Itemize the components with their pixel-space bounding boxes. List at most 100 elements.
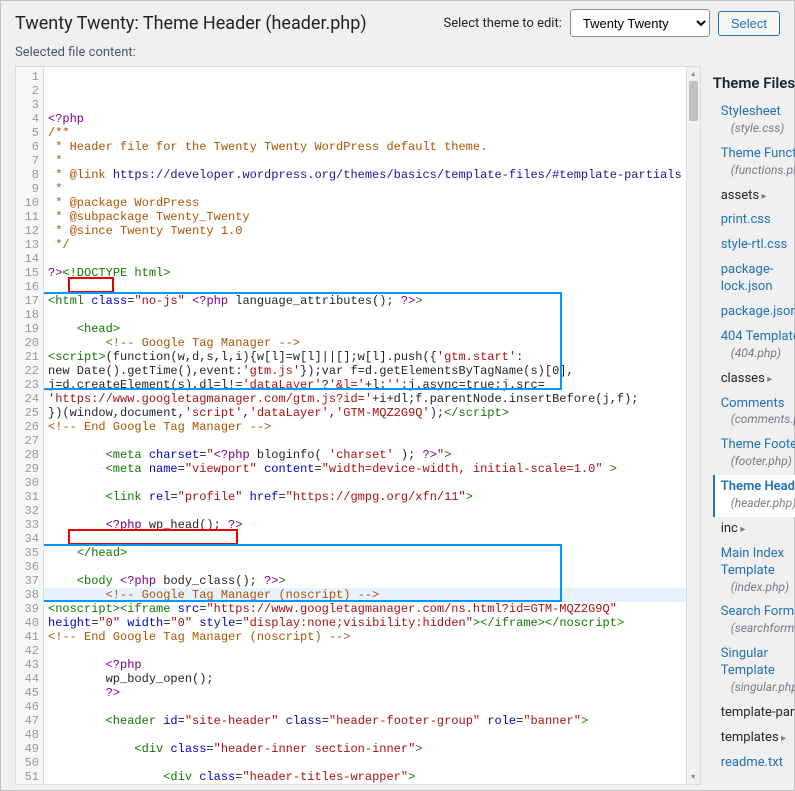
code-line[interactable]: <!-- Google Tag Manager (noscript) --> bbox=[48, 588, 682, 602]
file-sub-label: (functions.php) bbox=[721, 163, 795, 177]
code-line[interactable]: ?><!DOCTYPE html> bbox=[48, 266, 682, 280]
code-line[interactable]: <noscript><iframe src="https://www.googl… bbox=[48, 602, 682, 616]
code-line[interactable]: * @since Twenty Twenty 1.0 bbox=[48, 224, 682, 238]
code-line[interactable]: * @subpackage Twenty_Twenty bbox=[48, 210, 682, 224]
code-line[interactable]: <?php bbox=[48, 658, 682, 672]
theme-select[interactable]: Twenty Twenty bbox=[570, 9, 710, 37]
line-number: 33 bbox=[18, 518, 39, 532]
folder-icon[interactable]: inc bbox=[721, 521, 795, 538]
file-tree-item[interactable]: Theme Functions(functions.php) bbox=[713, 142, 795, 184]
code-line[interactable]: <?php bbox=[48, 112, 682, 126]
code-line[interactable]: <head> bbox=[48, 322, 682, 336]
file-link[interactable]: print.css bbox=[721, 212, 795, 229]
code-line[interactable]: <!-- Google Tag Manager --> bbox=[48, 336, 682, 350]
file-tree-item[interactable]: style-rtl.css bbox=[713, 233, 795, 258]
code-line[interactable]: <!-- End Google Tag Manager --> bbox=[48, 420, 682, 434]
code-line[interactable]: <?php wp_head(); ?> bbox=[48, 518, 682, 532]
code-line[interactable]: * Header file for the Twenty Twenty Word… bbox=[48, 140, 682, 154]
code-line[interactable] bbox=[48, 532, 682, 546]
file-link[interactable]: Theme Header bbox=[721, 479, 795, 496]
folder-icon[interactable]: template-parts bbox=[721, 705, 795, 722]
file-link[interactable]: readme.txt bbox=[721, 755, 795, 772]
file-link[interactable]: package.json bbox=[721, 304, 795, 321]
file-tree-item[interactable]: package.json bbox=[713, 300, 795, 325]
code-line[interactable] bbox=[48, 560, 682, 574]
code-line[interactable]: <body <?php body_class(); ?>> bbox=[48, 574, 682, 588]
file-link[interactable]: Theme Functions bbox=[721, 146, 795, 163]
code-line[interactable]: <link rel="profile" href="https://gmpg.o… bbox=[48, 490, 682, 504]
file-link[interactable]: Comments bbox=[721, 396, 795, 413]
code-line[interactable]: <html class="no-js" <?php language_attri… bbox=[48, 294, 682, 308]
folder-icon[interactable]: templates bbox=[721, 730, 795, 747]
file-link[interactable]: Main Index Template bbox=[721, 546, 795, 580]
file-link[interactable]: Singular Template bbox=[721, 646, 795, 680]
file-link[interactable]: Theme Footer bbox=[721, 437, 795, 454]
code-line[interactable]: </head> bbox=[48, 546, 682, 560]
code-line[interactable]: height="0" width="0" style="display:none… bbox=[48, 616, 682, 630]
code-line[interactable]: <script>(function(w,d,s,l,i){w[l]=w[l]||… bbox=[48, 350, 682, 364]
code-line[interactable]: /** bbox=[48, 126, 682, 140]
scroll-up-icon[interactable]: ▴ bbox=[687, 67, 700, 81]
code-line[interactable]: <div class="header-inner section-inner"> bbox=[48, 742, 682, 756]
vertical-scrollbar[interactable]: ▴ ▾ bbox=[686, 67, 700, 784]
code-line[interactable]: wp_body_open(); bbox=[48, 672, 682, 686]
code-line[interactable]: <meta charset="<?php bloginfo( 'charset'… bbox=[48, 448, 682, 462]
file-tree-item[interactable]: readme.txt bbox=[713, 751, 795, 776]
file-tree-item[interactable]: Main Index Template(index.php) bbox=[713, 542, 795, 601]
code-line[interactable] bbox=[48, 476, 682, 490]
code-line[interactable] bbox=[48, 756, 682, 770]
scroll-down-icon[interactable]: ▾ bbox=[687, 770, 700, 784]
code-line[interactable]: })(window,document,'script','dataLayer',… bbox=[48, 406, 682, 420]
code-line[interactable]: * @package WordPress bbox=[48, 196, 682, 210]
code-line[interactable] bbox=[48, 504, 682, 518]
file-tree-item[interactable]: Search Form(searchform.php) bbox=[713, 600, 795, 642]
code-line[interactable]: <header id="site-header" class="header-f… bbox=[48, 714, 682, 728]
line-number: 15 bbox=[18, 266, 39, 280]
code-line[interactable] bbox=[48, 434, 682, 448]
code-line[interactable] bbox=[48, 728, 682, 742]
folder-icon[interactable]: assets bbox=[721, 188, 795, 205]
code-line[interactable]: j=d.createElement(s),dl=l!='dataLayer'?'… bbox=[48, 378, 682, 392]
file-tree-item[interactable]: Stylesheet(style.css) bbox=[713, 100, 795, 142]
code-line[interactable]: new Date().getTime(),event:'gtm.js'});va… bbox=[48, 364, 682, 378]
file-tree-item[interactable]: template-parts bbox=[713, 701, 795, 726]
code-line[interactable]: * bbox=[48, 182, 682, 196]
file-tree-item[interactable]: inc bbox=[713, 517, 795, 542]
file-tree-item[interactable]: Singular Template(singular.php) bbox=[713, 642, 795, 701]
file-link[interactable]: 404 Template bbox=[721, 329, 795, 346]
file-link[interactable]: package-lock.json bbox=[721, 262, 795, 296]
file-tree-item[interactable]: Theme Footer(footer.php) bbox=[713, 433, 795, 475]
code-line[interactable] bbox=[48, 252, 682, 266]
code-line[interactable] bbox=[48, 280, 682, 294]
code-line[interactable] bbox=[48, 644, 682, 658]
file-tree-item[interactable]: Comments(comments.php) bbox=[713, 392, 795, 434]
file-tree-item[interactable]: assets bbox=[713, 184, 795, 209]
code-editor[interactable]: 1234567891011121314151617181920212223242… bbox=[15, 66, 701, 785]
code-line[interactable]: 'https://www.googletagmanager.com/gtm.js… bbox=[48, 392, 682, 406]
file-sub-label: (style.css) bbox=[721, 121, 785, 135]
folder-icon[interactable]: classes bbox=[721, 371, 795, 388]
file-tree-item[interactable]: Theme Header(header.php) bbox=[713, 475, 795, 517]
file-tree-item[interactable]: templates bbox=[713, 726, 795, 751]
code-line[interactable]: * bbox=[48, 154, 682, 168]
file-tree-item[interactable]: package-lock.json bbox=[713, 258, 795, 300]
scrollbar-thumb[interactable] bbox=[689, 81, 698, 121]
line-number: 27 bbox=[18, 434, 39, 448]
code-line[interactable]: <!-- End Google Tag Manager (noscript) -… bbox=[48, 630, 682, 644]
code-line[interactable]: */ bbox=[48, 238, 682, 252]
file-tree-item[interactable]: 404 Template(404.php) bbox=[713, 325, 795, 367]
code-line[interactable]: <div class="header-titles-wrapper"> bbox=[48, 770, 682, 784]
file-link[interactable]: Stylesheet bbox=[721, 104, 795, 121]
code-line[interactable]: <meta name="viewport" content="width=dev… bbox=[48, 462, 682, 476]
code-content[interactable]: <?php/** * Header file for the Twenty Tw… bbox=[44, 67, 686, 784]
code-line[interactable] bbox=[48, 308, 682, 322]
file-tree-item[interactable]: classes bbox=[713, 367, 795, 392]
code-line[interactable] bbox=[48, 700, 682, 714]
select-button[interactable]: Select bbox=[718, 11, 780, 36]
file-link[interactable]: Search Form bbox=[721, 604, 795, 621]
file-tree-item[interactable]: print.css bbox=[713, 208, 795, 233]
code-line[interactable]: ?> bbox=[48, 686, 682, 700]
header-row: Twenty Twenty: Theme Header (header.php)… bbox=[1, 1, 794, 45]
file-link[interactable]: style-rtl.css bbox=[721, 237, 795, 254]
code-line[interactable]: * @link https://developer.wordpress.org/… bbox=[48, 168, 682, 182]
